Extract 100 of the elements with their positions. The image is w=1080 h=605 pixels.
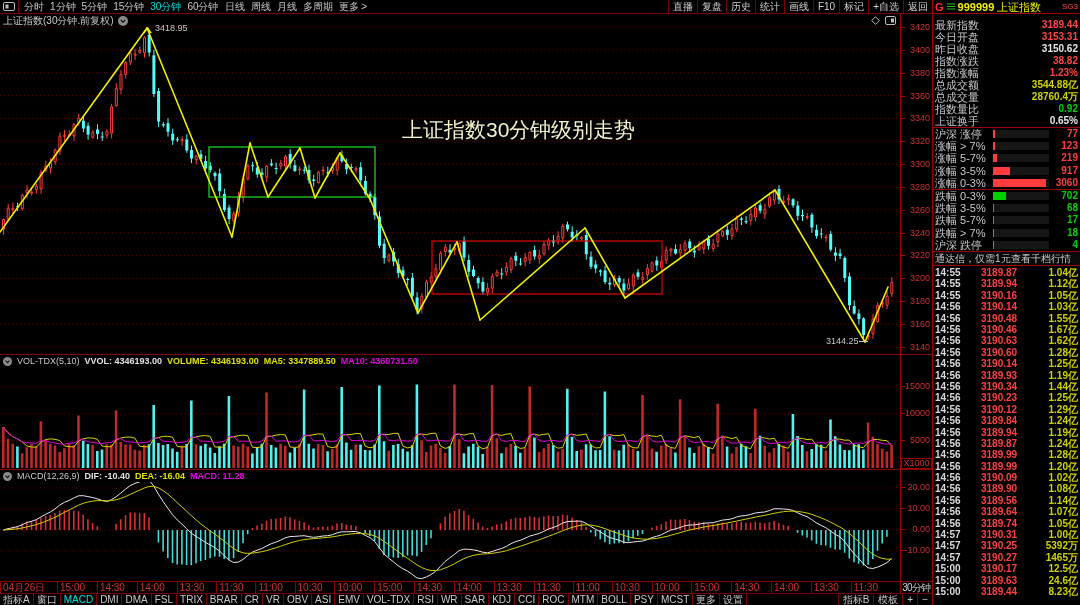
indicator-tab[interactable]: MTM: [568, 594, 599, 605]
indicator-button[interactable]: +: [902, 594, 918, 605]
indicator-tab[interactable]: VOL-TDX: [363, 594, 415, 605]
indicator-button[interactable]: 更多: [693, 594, 721, 605]
indicator-tab[interactable]: BRAR: [206, 594, 242, 605]
arrow-marker-icon: [143, 27, 152, 34]
tick-time: 14:56: [935, 392, 962, 404]
time-label: 13:30: [176, 582, 205, 593]
tick-price: 3189.99: [981, 460, 1019, 472]
unit-label: X1000: [901, 458, 932, 469]
period-tab[interactable]: 多周期: [302, 0, 333, 13]
breadth-count: 18: [1065, 226, 1078, 239]
indicator-tab[interactable]: PSY: [630, 594, 658, 605]
toolbar-button[interactable]: 复盘: [696, 0, 726, 13]
indicator-tab[interactable]: ASI: [312, 594, 336, 605]
indicator-tab[interactable]: MACD: [60, 594, 98, 605]
diamond-icon[interactable]: [871, 16, 880, 25]
leader-line-icon: [859, 340, 868, 343]
indicator-button[interactable]: 模板: [873, 594, 903, 605]
toolbar-button[interactable]: 统计: [754, 0, 784, 13]
period-button[interactable]: 30分钟: [900, 582, 932, 593]
period-tab[interactable]: 周线: [250, 0, 271, 13]
period-tab[interactable]: 分时: [24, 0, 44, 13]
quote-value: 28760.4万: [1031, 91, 1078, 103]
period-tab[interactable]: 5分钟: [81, 0, 108, 13]
menu-icon[interactable]: [946, 3, 955, 10]
toolbar-button[interactable]: 标记: [839, 0, 869, 13]
tick-amount: 1.20亿: [1047, 460, 1078, 472]
period-tab[interactable]: 日线: [224, 0, 245, 13]
indicator-button[interactable]: 窗口: [33, 594, 61, 605]
window-icon[interactable]: [885, 16, 896, 25]
indicator-tab[interactable]: CCI: [515, 594, 540, 605]
indicator-button[interactable]: 指标A: [0, 594, 34, 605]
axis-label: 3140: [901, 340, 932, 353]
period-tab[interactable]: 月线: [276, 0, 297, 13]
tick-price: 3189.87: [981, 267, 1019, 279]
tick-time: 14:56: [935, 335, 962, 347]
indicator-tab[interactable]: OBV: [284, 594, 313, 605]
toolbar-button[interactable]: 返回: [903, 0, 932, 13]
indicator-tab[interactable]: BOLL: [598, 594, 631, 605]
quote-value: 3189.44: [1041, 19, 1078, 31]
sidebar-toggle-icon[interactable]: [3, 2, 15, 11]
time-label: 14:00: [771, 582, 800, 593]
quote-value: 1.23%: [1049, 67, 1078, 79]
breadth-count: 77: [1065, 128, 1078, 141]
period-tab[interactable]: 更多 >: [338, 0, 368, 13]
indicator-button[interactable]: −: [917, 594, 932, 605]
indicator-tab[interactable]: EMV: [335, 594, 364, 605]
indicator-tab[interactable]: VR: [263, 594, 284, 605]
time-label: 14:00: [136, 582, 165, 593]
tick-time: 14:56: [935, 472, 962, 484]
period-tab[interactable]: 15分钟: [113, 0, 145, 13]
period-tab[interactable]: 60分钟: [187, 0, 219, 13]
chevron-down-icon[interactable]: [117, 16, 128, 26]
indicator-tab[interactable]: FSL: [151, 594, 178, 605]
indicator-value: VVOL: 4346193.00: [84, 355, 163, 367]
indicator-button[interactable]: 设置: [720, 594, 748, 605]
tick-price: 3190.60: [981, 346, 1019, 358]
axis-label: 3160: [901, 317, 932, 330]
tick-amount: 1.29亿: [1047, 403, 1078, 415]
toolbar-button[interactable]: +自选: [868, 0, 903, 13]
toolbar-button[interactable]: 直播: [667, 0, 697, 13]
tick-amount: 1.02亿: [1047, 472, 1078, 484]
axis-label: 3280: [901, 180, 932, 193]
chevron-down-icon[interactable]: [3, 356, 12, 366]
period-tab[interactable]: 30分钟: [150, 0, 182, 13]
indicator-tab[interactable]: DMI: [97, 594, 123, 605]
toolbar-button[interactable]: 历史: [725, 0, 755, 13]
tick-price: 3189.94: [981, 426, 1019, 438]
axis-label: 3240: [901, 226, 932, 239]
tick-price: 3190.63: [981, 335, 1019, 347]
axis-label: 3420: [901, 21, 932, 33]
indicator-tab[interactable]: ROC: [539, 594, 569, 605]
toolbar-button[interactable]: 画线: [783, 0, 813, 13]
tick-amount: 1.28亿: [1047, 449, 1078, 461]
tick-amount: 1.25亿: [1047, 358, 1078, 370]
indicator-button[interactable]: 指标B: [837, 594, 874, 605]
axis-label: 3260: [901, 203, 932, 216]
indicator-tab[interactable]: CR: [241, 594, 264, 605]
indicator-value: DEA: -16.04: [135, 470, 186, 482]
chevron-down-icon[interactable]: [3, 471, 12, 481]
indicator-tab[interactable]: MCST: [657, 594, 694, 605]
indicator-tab[interactable]: SAR: [461, 594, 490, 605]
tick-time: 14:56: [935, 437, 962, 449]
toolbar-button[interactable]: F10: [812, 0, 840, 13]
time-label: 14:00: [453, 582, 482, 593]
indicator-tab[interactable]: RSI: [414, 594, 438, 605]
indicator-tab[interactable]: KDJ: [489, 594, 516, 605]
indicator-tab[interactable]: WR: [437, 594, 462, 605]
tick-amount: 1.67亿: [1047, 324, 1078, 335]
tick-amount: 1.04亿: [1047, 267, 1078, 279]
indicator-tab[interactable]: DMA: [122, 594, 152, 605]
tick-price: 3190.17: [981, 563, 1019, 575]
period-tab[interactable]: 1分钟: [50, 0, 76, 13]
indicator-tab[interactable]: TRIX: [177, 594, 207, 605]
price-label: 3418.95: [155, 23, 188, 34]
tick-price: 3190.27: [981, 551, 1019, 563]
axis-label: -10.00: [901, 544, 932, 556]
tick-amount: 1.62亿: [1047, 335, 1078, 347]
tick-amount: 1.24亿: [1047, 415, 1078, 427]
